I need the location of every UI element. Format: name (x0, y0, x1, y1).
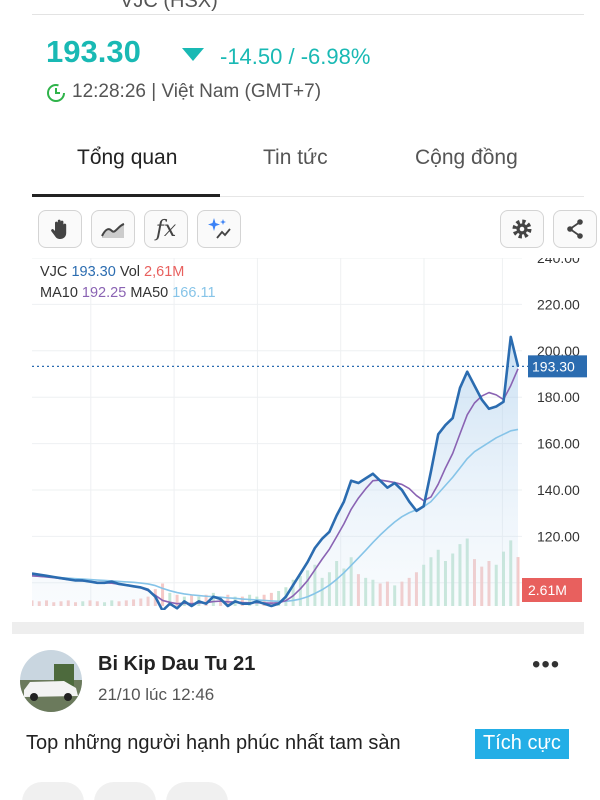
current-price-label: 193.30 (532, 358, 575, 374)
active-tab-underline (32, 194, 220, 197)
share-button[interactable] (553, 210, 597, 248)
volume-label: 2.61M (528, 582, 567, 598)
price-down-icon (182, 48, 204, 61)
top-divider (32, 14, 584, 15)
more-options-icon[interactable]: ••• (532, 653, 560, 677)
chart-style-button[interactable] (91, 210, 135, 248)
hand-icon (51, 219, 67, 239)
sentiment-tag: Tích cực (475, 729, 569, 759)
avatar[interactable] (20, 650, 82, 712)
avatar-image (20, 650, 82, 712)
post-text: Top những người hạnh phúc nhất tam sàn (26, 732, 401, 754)
chart-legend-row2: MA10 192.25 MA50 166.11 (40, 285, 216, 301)
legend-symbol: VJC (40, 264, 68, 280)
chart-legend-row1: VJC 193.30 Vol 2,61M (40, 264, 184, 280)
y-tick-label: 160.00 (537, 436, 580, 452)
reaction-button[interactable] (22, 782, 84, 800)
realtime-clock-icon (47, 84, 65, 102)
y-tick-label: 140.00 (537, 482, 580, 498)
share-post-button[interactable] (166, 782, 228, 800)
price-change: -14.50 / -6.98% (220, 44, 371, 69)
price-area (32, 336, 518, 610)
y-tick-label: 120.00 (537, 528, 580, 544)
legend-ma50-label: MA50 (130, 285, 169, 301)
post-author[interactable]: Bi Kip Dau Tu 21 (98, 653, 255, 676)
post-time: 21/10 lúc 12:46 (98, 685, 215, 704)
y-tick-label: 240.00 (537, 258, 580, 266)
area-chart-icon (101, 223, 125, 238)
section-separator (12, 622, 584, 634)
function-icon: fx (155, 216, 177, 242)
tab-community[interactable]: Cộng đồng (415, 146, 518, 170)
legend-ma10-label: MA10 (40, 285, 78, 301)
settings-button[interactable] (500, 210, 544, 248)
tab-bar: Tổng quan Tin tức Cộng đồng (32, 130, 584, 198)
indicator-button[interactable]: fx (144, 210, 188, 248)
price-chart[interactable]: 100.00120.00140.00160.00180.00200.00220.… (32, 258, 587, 610)
comment-button[interactable] (94, 782, 156, 800)
current-price: 193.30 (46, 34, 141, 69)
y-tick-label: 220.00 (537, 296, 580, 312)
stock-title-cut: VJC (HSX) (120, 0, 218, 12)
tab-news[interactable]: Tin tức (263, 146, 328, 170)
gear-icon (512, 219, 532, 239)
hand-tool-button[interactable] (38, 210, 82, 248)
legend-ma10: 192.25 (81, 285, 127, 301)
legend-price: 193.30 (71, 264, 116, 280)
tab-overview[interactable]: Tổng quan (77, 146, 177, 170)
update-time: 12:28:26 | Việt Nam (GMT+7) (72, 81, 322, 102)
legend-vol-label: Vol (119, 264, 140, 280)
legend-vol: 2,61M (144, 264, 185, 280)
share-icon (567, 219, 583, 239)
legend-ma50: 166.11 (172, 285, 216, 301)
volume-bar (269, 592, 273, 606)
volume-bar (161, 583, 165, 606)
sparkle-icon (208, 218, 231, 239)
y-tick-label: 180.00 (537, 389, 580, 405)
ai-tool-button[interactable] (197, 210, 241, 248)
